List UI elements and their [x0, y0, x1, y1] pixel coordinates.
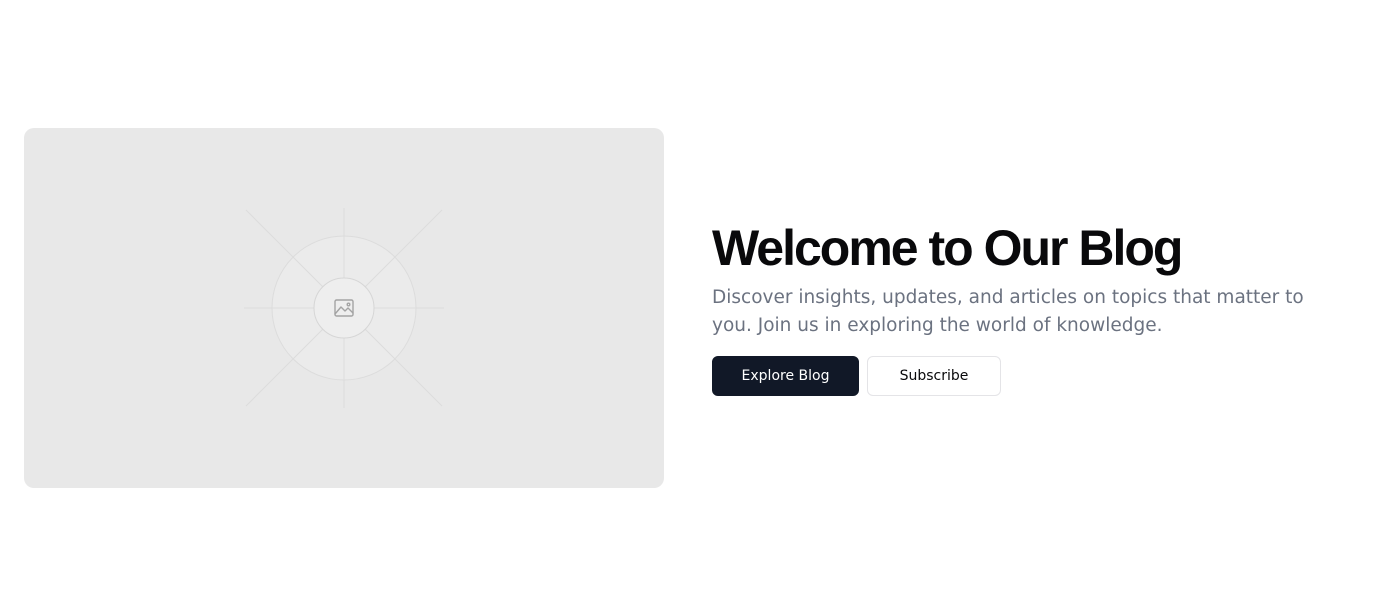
hero-image-placeholder [24, 128, 664, 488]
hero-subtitle: Discover insights, updates, and articles… [712, 287, 1304, 336]
explore-blog-button[interactable]: Explore Blog [712, 356, 859, 396]
placeholder-graphic [244, 208, 444, 408]
hero-section: Welcome to Our Blog Discover insights, u… [0, 0, 1376, 616]
page-title: Welcome to Our Blog [712, 220, 1183, 276]
hero-content: Welcome to Our Blog Discover insights, u… [712, 218, 1332, 396]
subscribe-button[interactable]: Subscribe [867, 356, 1001, 396]
hero-actions: Explore Blog Subscribe [712, 356, 1332, 396]
